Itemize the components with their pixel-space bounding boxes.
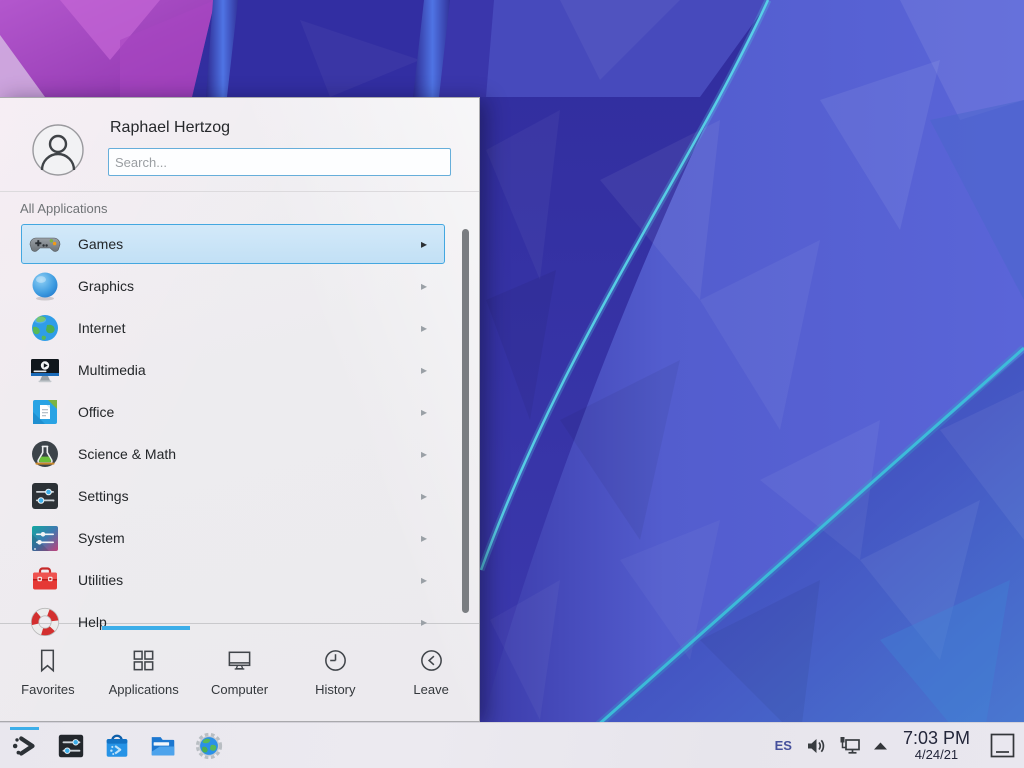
internet-icon xyxy=(29,312,61,344)
tab-history[interactable]: History xyxy=(287,631,383,723)
chevron-right-icon: ▸ xyxy=(421,223,427,265)
system-settings-launcher[interactable] xyxy=(55,726,87,766)
category-label: Multimedia xyxy=(78,349,146,391)
category-label: Utilities xyxy=(78,559,123,601)
category-row-office[interactable]: Office ▸ xyxy=(0,391,480,433)
user-avatar[interactable] xyxy=(32,124,84,176)
taskbar-launchers xyxy=(0,726,225,766)
tab-label: Computer xyxy=(211,682,268,697)
tab-applications[interactable]: Applications xyxy=(96,631,192,723)
tab-label: History xyxy=(315,682,355,697)
kde-kickoff-icon xyxy=(10,731,40,761)
expand-tray-icon[interactable] xyxy=(871,739,890,753)
tab-computer[interactable]: Computer xyxy=(192,631,288,723)
chevron-right-icon: ▸ xyxy=(421,475,427,517)
computer-icon xyxy=(226,647,253,674)
category-row-science-math[interactable]: Science & Math ▸ xyxy=(0,433,480,475)
category-label: Graphics xyxy=(78,265,134,307)
category-label: System xyxy=(78,517,125,559)
bookmark-icon xyxy=(34,647,61,674)
category-row-graphics[interactable]: Graphics ▸ xyxy=(0,265,480,307)
tab-favorites[interactable]: Favorites xyxy=(0,631,96,723)
tab-leave[interactable]: Leave xyxy=(383,631,479,723)
category-row-internet[interactable]: Internet ▸ xyxy=(0,307,480,349)
category-label: Office xyxy=(78,391,114,433)
category-row-multimedia[interactable]: Multimedia ▸ xyxy=(0,349,480,391)
launcher-tabbar: Favorites Applications Computer xyxy=(0,631,479,723)
category-row-games[interactable]: Games ▸ xyxy=(0,223,480,265)
clock-date: 4/24/21 xyxy=(915,748,958,762)
tab-label: Applications xyxy=(109,682,179,697)
chevron-right-icon: ▸ xyxy=(421,349,427,391)
launcher-header: Raphael Hertzog xyxy=(0,98,479,191)
system-settings-icon xyxy=(56,731,86,761)
digital-clock[interactable]: 7:03 PM 4/24/21 xyxy=(903,729,970,762)
web-browser-launcher[interactable] xyxy=(193,726,225,766)
show-desktop-button[interactable] xyxy=(989,732,1016,759)
chevron-right-icon: ▸ xyxy=(421,391,427,433)
category-label: Internet xyxy=(78,307,125,349)
chevron-right-icon: ▸ xyxy=(421,433,427,475)
active-tab-indicator xyxy=(102,626,190,630)
grid-icon xyxy=(130,647,157,674)
application-launcher-button[interactable] xyxy=(9,726,41,766)
category-label: Science & Math xyxy=(78,433,176,475)
science-math-icon xyxy=(29,438,61,470)
browser-globe-icon xyxy=(194,731,224,761)
leave-icon xyxy=(418,647,445,674)
header-divider xyxy=(0,191,479,192)
graphics-icon xyxy=(29,270,61,302)
settings-icon xyxy=(29,480,61,512)
tab-label: Leave xyxy=(413,682,448,697)
category-label: Games xyxy=(78,223,123,265)
user-name: Raphael Hertzog xyxy=(110,119,230,137)
dolphin-folder-icon xyxy=(148,731,178,761)
active-launcher-indicator xyxy=(10,727,39,730)
system-icon xyxy=(29,522,61,554)
search-input[interactable] xyxy=(108,148,451,176)
volume-icon[interactable] xyxy=(804,734,828,758)
games-icon xyxy=(29,228,61,260)
chevron-right-icon: ▸ xyxy=(421,265,427,307)
discover-icon xyxy=(102,731,132,761)
chevron-right-icon: ▸ xyxy=(421,559,427,601)
list-scrollbar[interactable] xyxy=(462,229,469,613)
section-label: All Applications xyxy=(20,201,107,216)
clock-icon xyxy=(322,647,349,674)
desktop: Raphael Hertzog All Applications xyxy=(0,0,1024,768)
file-manager-launcher[interactable] xyxy=(147,726,179,766)
chevron-right-icon: ▸ xyxy=(421,517,427,559)
category-row-settings[interactable]: Settings ▸ xyxy=(0,475,480,517)
clock-time: 7:03 PM xyxy=(903,729,970,748)
network-icon[interactable] xyxy=(837,734,862,758)
category-row-utilities[interactable]: Utilities ▸ xyxy=(0,559,480,601)
application-launcher-menu: Raphael Hertzog All Applications xyxy=(0,97,480,722)
category-label: Settings xyxy=(78,475,129,517)
chevron-right-icon: ▸ xyxy=(421,307,427,349)
system-tray: ES 7:03 PM 4/24/21 xyxy=(772,729,1024,762)
discover-launcher[interactable] xyxy=(101,726,133,766)
category-list: Games ▸ Graphics ▸ xyxy=(0,223,480,636)
category-row-system[interactable]: System ▸ xyxy=(0,517,480,559)
keyboard-layout-indicator[interactable]: ES xyxy=(772,738,795,753)
taskbar-panel: ES 7:03 PM 4/24/21 xyxy=(0,722,1024,768)
multimedia-icon xyxy=(29,354,61,386)
utilities-icon xyxy=(29,564,61,596)
office-icon xyxy=(29,396,61,428)
tab-label: Favorites xyxy=(21,682,74,697)
